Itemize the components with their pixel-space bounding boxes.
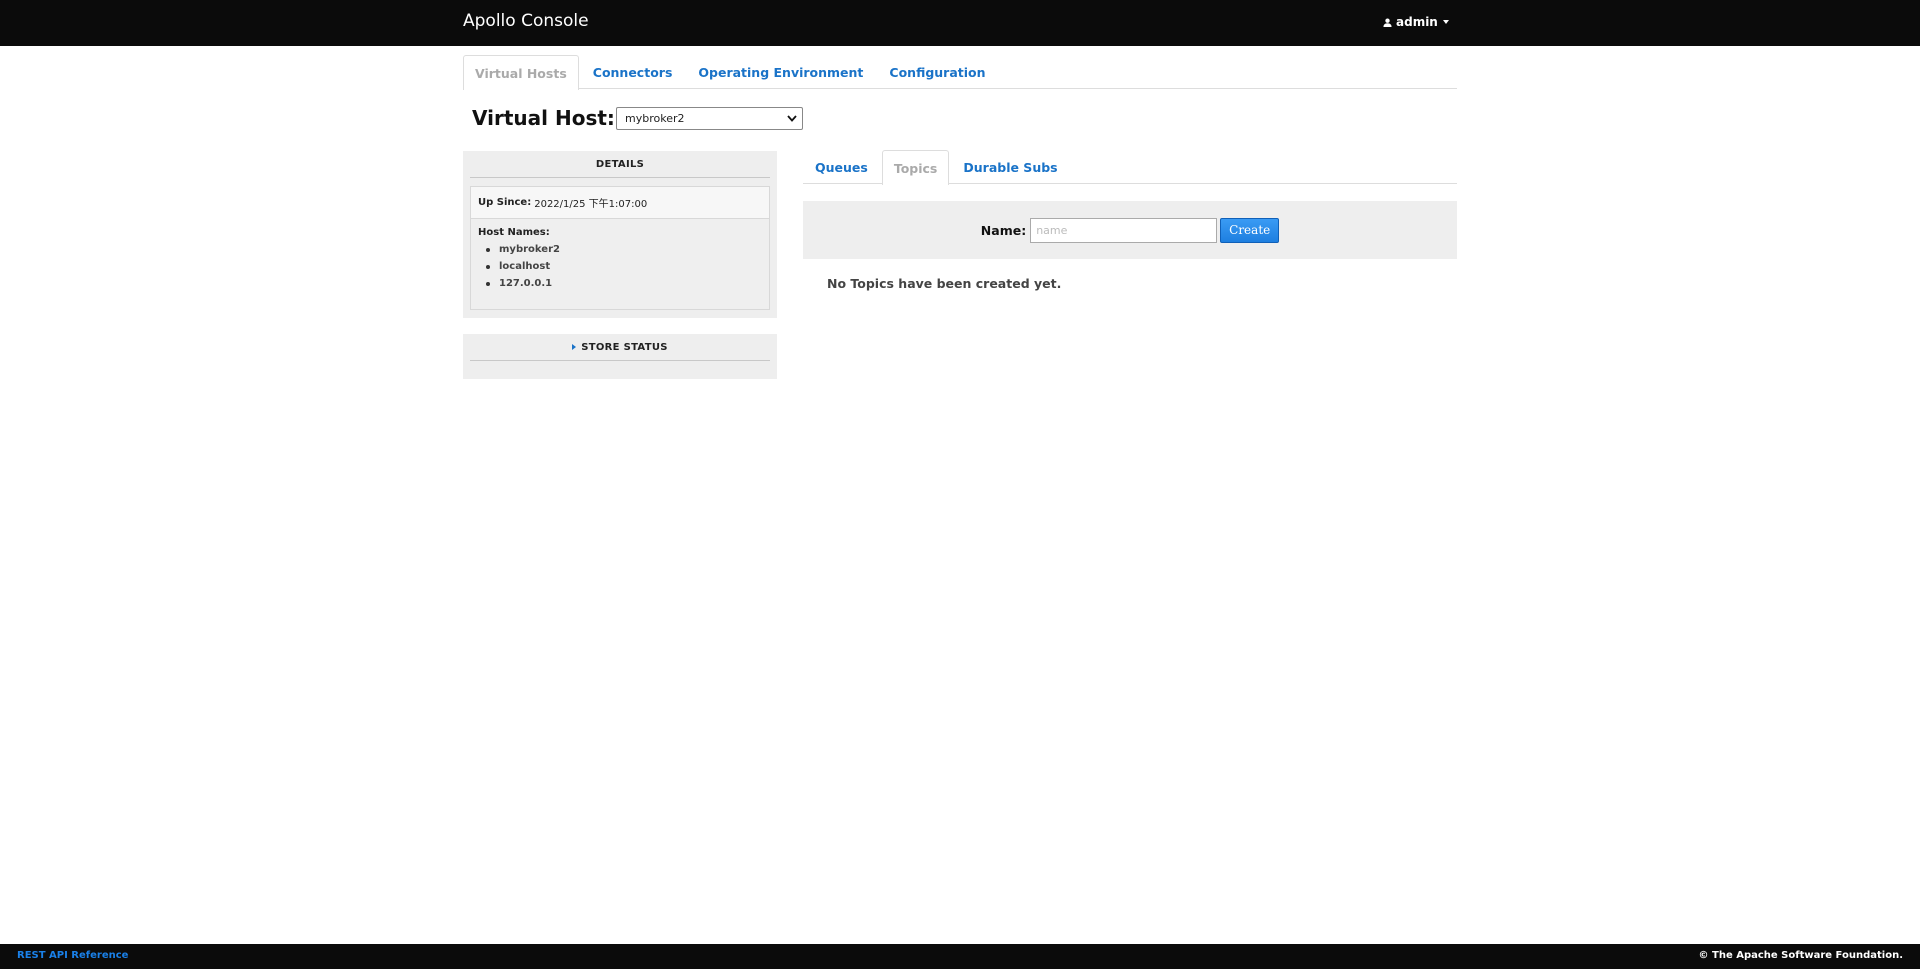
user-name: admin <box>1396 15 1438 29</box>
details-body: Up Since: 2022/1/25 下午1:07:00 Host Names… <box>470 186 770 310</box>
bullet-icon <box>486 264 490 269</box>
up-since-row: Up Since: 2022/1/25 下午1:07:00 <box>471 187 769 219</box>
virtual-host-selected-value: mybroker2 <box>625 112 685 125</box>
tab-operating-environment[interactable]: Operating Environment <box>686 55 875 89</box>
tab-queues[interactable]: Queues <box>803 150 880 184</box>
tab-topics[interactable]: Topics <box>881 150 950 185</box>
bullet-icon <box>486 247 490 252</box>
rest-api-reference-link[interactable]: REST API Reference <box>17 950 128 961</box>
virtual-host-select[interactable]: mybroker2 <box>616 107 803 130</box>
up-since-label: Up Since: <box>478 197 532 208</box>
topic-name-input[interactable] <box>1030 217 1218 243</box>
bullet-icon <box>486 281 490 286</box>
host-names-list: mybroker2 localhost 127.0.0.1 <box>478 241 769 292</box>
list-item: localhost <box>486 258 769 275</box>
details-header: DETAILS <box>470 151 770 178</box>
footer: REST API Reference © The Apache Software… <box>0 944 1920 969</box>
create-button[interactable]: Create <box>1220 217 1280 243</box>
chevron-down-icon <box>1442 20 1449 24</box>
tab-configuration[interactable]: Configuration <box>877 55 997 89</box>
store-status-panel: STORE STATUS <box>463 334 777 379</box>
list-item: 127.0.0.1 <box>486 275 769 292</box>
tab-virtual-hosts[interactable]: Virtual Hosts <box>463 55 579 90</box>
store-status-title: STORE STATUS <box>581 341 668 353</box>
tab-connectors[interactable]: Connectors <box>581 55 685 89</box>
create-topic-bar: Name: Create <box>803 201 1457 259</box>
caret-right-icon <box>572 344 577 350</box>
user-icon <box>1383 18 1392 27</box>
up-since-value: 2022/1/25 下午1:07:00 <box>534 199 648 210</box>
host-names-label: Host Names: <box>478 227 550 238</box>
store-status-toggle[interactable]: STORE STATUS <box>470 334 770 361</box>
virtual-host-label: Virtual Host: <box>472 106 615 130</box>
top-navbar: Apollo Console admin <box>0 0 1920 46</box>
list-item: mybroker2 <box>486 241 769 258</box>
empty-topics-message: No Topics have been created yet. <box>827 276 1062 291</box>
brand-link[interactable]: Apollo Console <box>463 11 589 31</box>
name-label: Name: <box>980 222 1027 238</box>
chevron-down-icon <box>787 115 797 122</box>
main-tabs: Virtual Hosts Connectors Operating Envir… <box>463 55 1457 90</box>
tab-durable-subs[interactable]: Durable Subs <box>951 150 1069 184</box>
details-panel: DETAILS Up Since: 2022/1/25 下午1:07:00 Ho… <box>463 151 777 318</box>
copyright-text: © The Apache Software Foundation. <box>1698 950 1903 961</box>
user-menu[interactable]: admin <box>1383 15 1449 29</box>
sub-tabs: Queues Topics Durable Subs <box>803 150 1457 185</box>
host-names-section: Host Names: mybroker2 localhost 127.0.0.… <box>471 219 769 292</box>
